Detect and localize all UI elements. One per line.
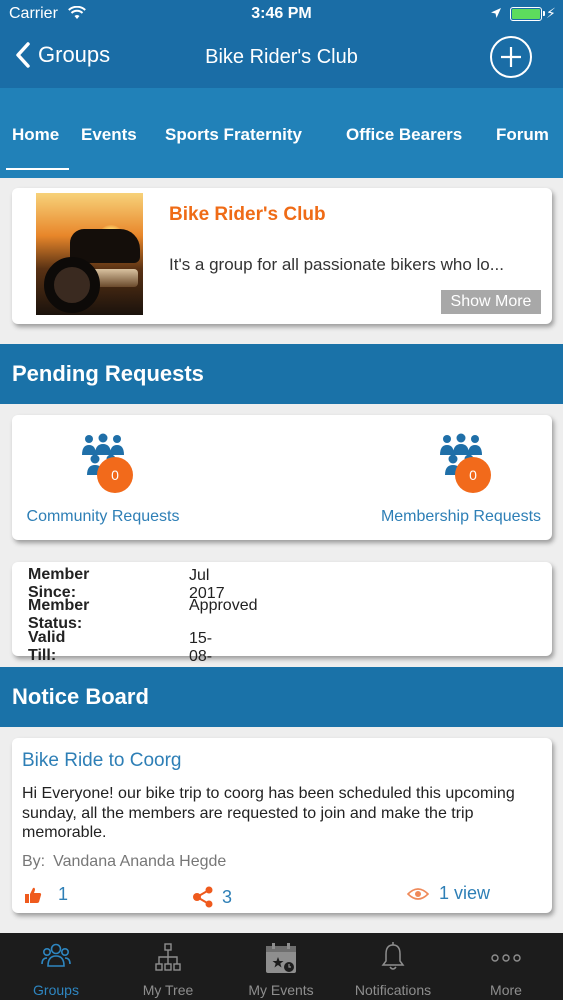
more-icon	[491, 954, 521, 962]
tab-forum[interactable]: Forum	[496, 125, 549, 145]
notice-author: By: Vandana Ananda Hegde	[22, 853, 226, 871]
tab-sports-fraternity[interactable]: Sports Fraternity	[165, 125, 302, 145]
views-indicator: 1 view	[407, 883, 490, 904]
add-button[interactable]	[490, 36, 532, 78]
pending-requests-card: 0 Community Requests 0 Membership Reques…	[12, 415, 552, 540]
battery-icon	[510, 7, 545, 21]
location-arrow-icon	[491, 8, 501, 18]
share-button[interactable]: 3	[192, 886, 232, 908]
notice-body: Hi Everyone! our bike trip to coorg has …	[22, 785, 515, 841]
member-status-label: Member Status:	[28, 597, 90, 632]
navigation-bar: Groups Bike Rider's Club	[0, 30, 563, 88]
valid-till-label: Valid Till:	[28, 629, 66, 664]
charging-icon: ⚡	[546, 5, 556, 21]
tabbar-more-label: More	[490, 982, 522, 998]
tabbar-more[interactable]: More	[450, 933, 562, 1000]
notice-author-name: Vandana Ananda Hegde	[53, 853, 227, 870]
tabbar-my-tree[interactable]: My Tree	[112, 933, 224, 1000]
notice-board-header: Notice Board	[0, 667, 563, 727]
club-info-card: Bike Rider's Club It's a group for all p…	[12, 188, 552, 324]
tabbar-notifications-label: Notifications	[354, 982, 432, 998]
tabbar-my-events-label: My Events	[248, 982, 314, 998]
pending-requests-header: Pending Requests	[0, 344, 563, 404]
active-tab-indicator	[6, 168, 69, 170]
show-more-button[interactable]: Show More	[441, 290, 541, 314]
calendar-icon	[266, 943, 296, 973]
groups-icon	[41, 943, 71, 967]
tree-icon	[155, 943, 181, 971]
page-title: Bike Rider's Club	[205, 46, 358, 68]
plus-icon	[501, 47, 521, 67]
club-description: It's a group for all passionate bikers w…	[169, 255, 504, 274]
membership-details-card: Member Since: Jul 2017 Member Status: Ap…	[12, 562, 552, 683]
tabbar-groups-label: Groups	[33, 982, 79, 998]
membership-requests[interactable]: 0 Membership Requests	[375, 433, 547, 526]
tabbar-notifications[interactable]: Notifications	[337, 933, 449, 1000]
tabbar-my-tree-label: My Tree	[142, 982, 194, 998]
tabbar-my-events[interactable]: My Events	[225, 933, 337, 1000]
membership-requests-label: Membership Requests	[380, 508, 542, 525]
notice-title[interactable]: Bike Ride to Coorg	[22, 750, 181, 772]
member-status-value: Approved	[189, 597, 258, 614]
membership-requests-count-badge: 0	[455, 457, 491, 493]
tab-home[interactable]: Home	[12, 125, 59, 145]
eye-icon	[407, 887, 429, 900]
bottom-tab-bar: Groups My Tree My Events Notifications M…	[0, 933, 563, 1000]
club-cover-image	[36, 193, 143, 315]
community-requests[interactable]: 0 Community Requests	[22, 433, 184, 526]
views-count: 1 view	[439, 883, 491, 903]
notice-by-label: By:	[22, 853, 46, 870]
share-icon	[193, 886, 213, 908]
like-count: 1	[58, 884, 69, 904]
clock: 3:46 PM	[251, 5, 312, 22]
community-requests-label: Community Requests	[26, 508, 180, 525]
like-button[interactable]: 1	[24, 884, 68, 905]
share-count: 3	[222, 886, 233, 907]
group-tabs: Home Events Sports Fraternity Office Bea…	[0, 88, 563, 178]
bell-icon	[381, 942, 405, 970]
tab-events[interactable]: Events	[81, 125, 137, 145]
status-bar: Carrier 3:46 PM ⚡	[0, 0, 563, 30]
community-requests-count-badge: 0	[97, 457, 133, 493]
tab-office-bearers[interactable]: Office Bearers	[346, 125, 462, 145]
thumbs-up-icon	[25, 887, 42, 903]
club-title: Bike Rider's Club	[169, 204, 326, 225]
notice-card[interactable]: Bike Ride to Coorg Hi Everyone! our bike…	[12, 738, 552, 913]
tabbar-groups[interactable]: Groups	[0, 933, 112, 1000]
